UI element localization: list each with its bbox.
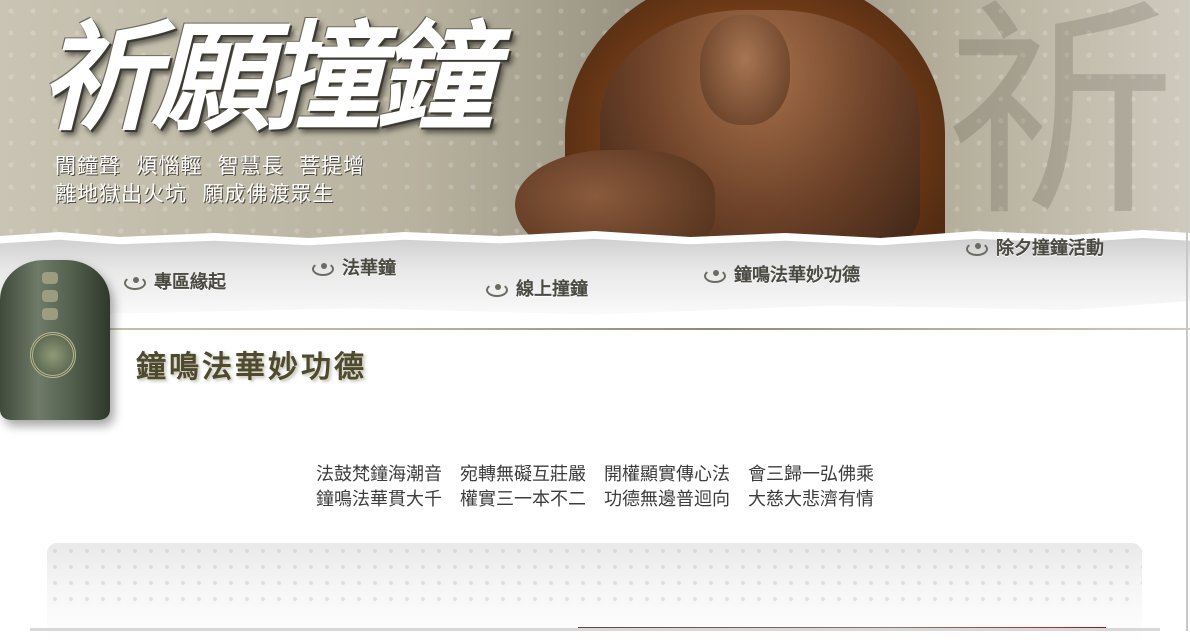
nav-item-lotus-bell[interactable]: 法華鐘	[312, 254, 396, 280]
nav-item-origin[interactable]: 專區緣起	[124, 268, 226, 294]
bell-inscription-mark	[42, 272, 58, 284]
site-title: 祈願撞鐘	[40, 8, 494, 147]
subtitle-line: 離地獄出火坑 願成佛渡眾生	[55, 182, 335, 206]
background-calligraphy: 祈	[944, 0, 1175, 248]
nav-item-label: 法華鐘	[342, 258, 396, 279]
bell-seal-icon	[30, 332, 76, 378]
cloud-swirl-icon	[486, 281, 510, 297]
cloud-swirl-icon	[966, 240, 990, 256]
nav-item-label: 鐘鳴法華妙功德	[734, 265, 860, 286]
bell-inscription-mark	[42, 308, 58, 320]
content-panel-pattern	[47, 543, 1142, 603]
buddha-head-image	[700, 15, 790, 125]
nav-item-merits[interactable]: 鐘鳴法華妙功德	[704, 261, 860, 287]
nav-item-new-year-eve[interactable]: 除夕撞鐘活動	[966, 234, 1104, 260]
subtitle-line: 聞鐘聲 煩惱輕 智慧長 菩提增	[55, 154, 366, 178]
verse-text: 法鼓梵鐘海潮音 宛轉無礙互莊嚴 開權顯實傳心法 會三歸一弘佛乘 鐘鳴法華貫大千 …	[0, 462, 1190, 512]
cloud-swirl-icon	[312, 260, 336, 276]
nav-item-label: 線上撞鐘	[516, 279, 588, 300]
verse-line: 法鼓梵鐘海潮音 宛轉無礙互莊嚴 開權顯實傳心法 會三歸一弘佛乘	[316, 464, 874, 485]
window-scroll-edge	[1186, 0, 1188, 631]
verse-line: 鐘鳴法華貫大千 權實三一本不二 功德無邊普迴向 大慈大悲濟有情	[316, 489, 874, 510]
cloud-swirl-icon	[124, 274, 148, 290]
nav-item-online-bell[interactable]: 線上撞鐘	[486, 275, 588, 301]
nav-item-label: 專區緣起	[154, 272, 226, 293]
cloud-swirl-icon	[704, 267, 728, 283]
bell-inscription-mark	[42, 290, 58, 302]
nav-item-label: 除夕撞鐘活動	[996, 238, 1104, 259]
page-heading: 鐘鳴法華妙功德	[136, 350, 367, 385]
site-subtitle: 聞鐘聲 煩惱輕 智慧長 菩提增 離地獄出火坑 願成佛渡眾生	[55, 152, 365, 208]
